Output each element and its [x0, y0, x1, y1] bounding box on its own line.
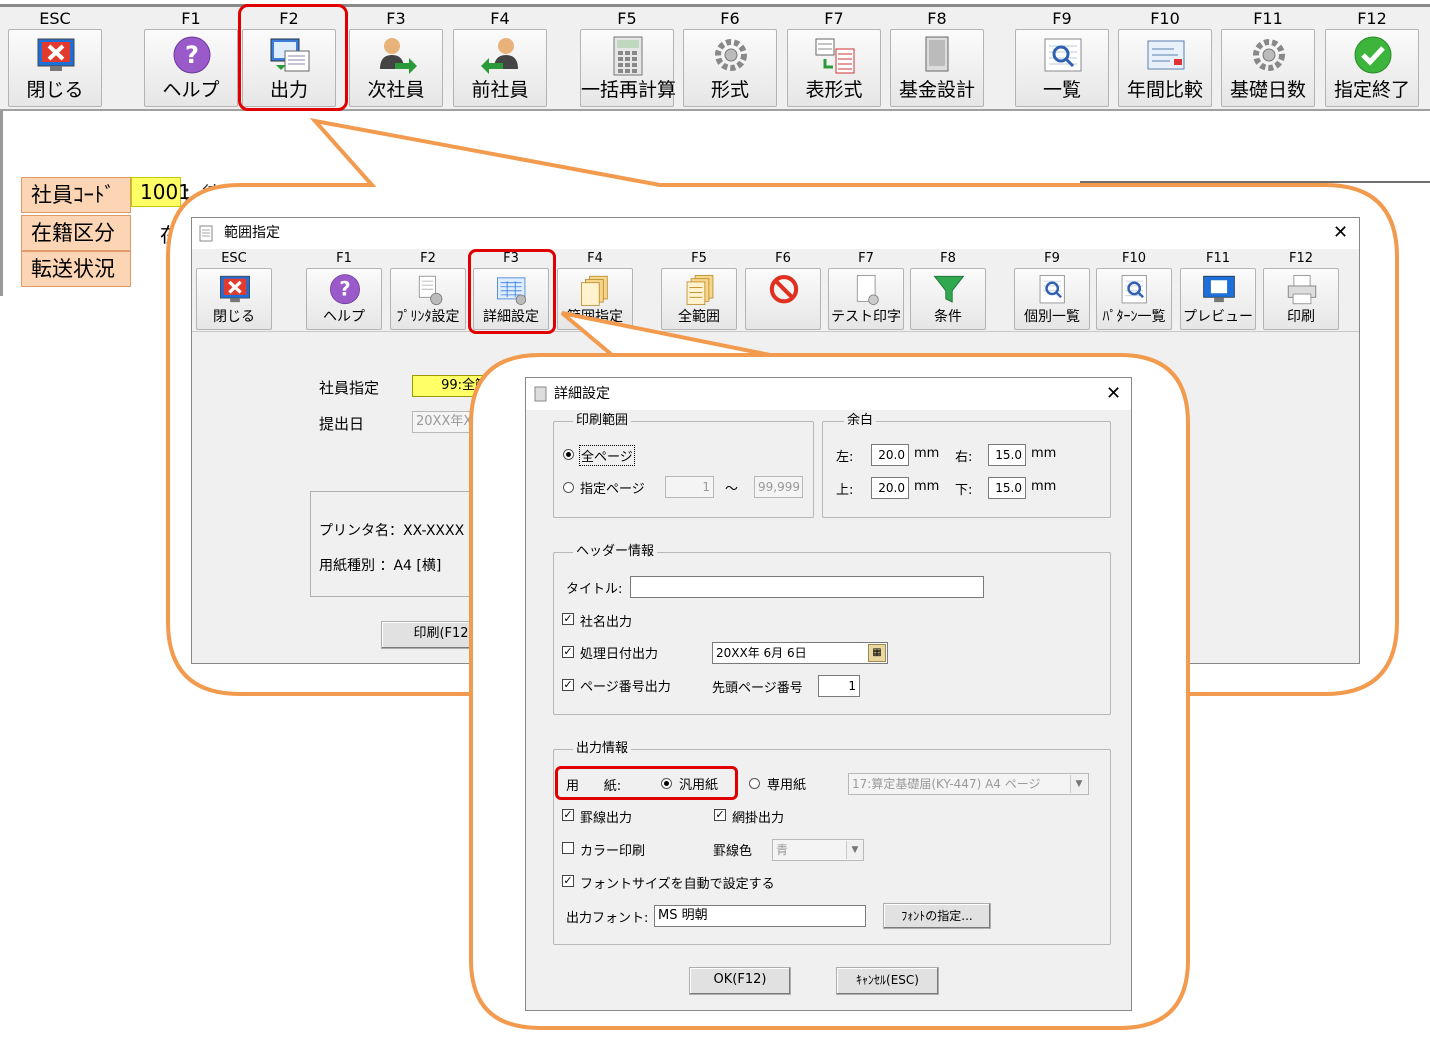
page-number-checkbox[interactable]: ✓: [562, 679, 574, 691]
process-date-value: 20XX年 6月 6日: [716, 646, 807, 660]
print-range-group: [553, 421, 814, 518]
print-range-group-title: 印刷範囲: [573, 413, 632, 429]
cancel-button[interactable]: ｷｬﾝｾﾙ(ESC): [836, 967, 939, 995]
auto-font-size-checkbox[interactable]: ✓: [562, 875, 574, 887]
detail-dialog-title: 詳細設定: [526, 378, 1131, 410]
dedicated-paper-label[interactable]: 専用紙: [767, 774, 806, 793]
ruled-line-checkbox[interactable]: ✓: [562, 809, 574, 821]
dedicated-paper-select[interactable]: 17:算定基礎届(KY-447) A4 ページ: [848, 773, 1089, 795]
first-page-number-label: 先頭ページ番号: [712, 681, 803, 696]
calendar-icon[interactable]: ▦: [868, 644, 886, 662]
ok-button[interactable]: OK(F12): [689, 967, 791, 995]
ruled-line-label: 罫線出力: [580, 811, 633, 826]
output-info-group-title: 出力情報: [573, 741, 632, 757]
dialog-document-icon: [534, 386, 547, 402]
margin-right-label: 右:: [955, 450, 973, 465]
dedicated-paper-radio[interactable]: [749, 778, 760, 789]
line-color-label: 罫線色: [713, 844, 753, 859]
output-font-field[interactable]: MS 明朝: [654, 905, 866, 927]
margin-bottom-field[interactable]: 15.0: [988, 477, 1026, 499]
company-name-label: 社名出力: [580, 615, 633, 630]
margin-bottom-unit: mm: [1031, 479, 1057, 494]
detail-dialog-close-icon[interactable]: ✕: [1106, 385, 1121, 403]
margin-top-label: 上:: [836, 483, 854, 498]
auto-font-size-label: フォントサイズを自動で設定する: [580, 877, 775, 892]
margin-group: [822, 421, 1111, 518]
color-print-label: カラー印刷: [580, 844, 646, 859]
highlight-general-paper: [555, 766, 738, 800]
margin-top-field[interactable]: 20.0: [871, 477, 909, 499]
all-pages-label[interactable]: 全ページ: [579, 445, 635, 466]
first-page-number-field[interactable]: 1: [818, 675, 860, 697]
chevron-down-icon[interactable]: ▼: [1070, 775, 1087, 793]
shading-checkbox[interactable]: ✓: [714, 809, 726, 821]
page-to-field[interactable]: 99,999: [754, 476, 803, 498]
chevron-down-icon[interactable]: ▼: [846, 841, 863, 859]
margin-left-field[interactable]: 20.0: [871, 444, 909, 466]
company-name-checkbox[interactable]: ✓: [562, 613, 574, 625]
margin-top-unit: mm: [914, 479, 940, 494]
header-info-group-title: ヘッダー情報: [573, 544, 658, 560]
specified-pages-radio[interactable]: [563, 482, 574, 493]
specified-pages-label[interactable]: 指定ページ: [580, 478, 645, 497]
font-select-button[interactable]: ﾌｫﾝﾄの指定...: [883, 903, 991, 929]
process-date-field[interactable]: 20XX年 6月 6日: [712, 642, 888, 664]
margin-bottom-label: 下:: [955, 483, 973, 498]
title-label: タイトル:: [566, 582, 623, 597]
all-pages-radio[interactable]: [563, 449, 574, 460]
output-font-label: 出力フォント:: [566, 911, 649, 926]
margin-right-field[interactable]: 15.0: [988, 444, 1026, 466]
margin-left-unit: mm: [914, 446, 940, 461]
margin-left-label: 左:: [836, 450, 854, 465]
page-number-label: ページ番号出力: [580, 680, 671, 695]
page-from-field[interactable]: 1: [665, 476, 714, 498]
color-print-checkbox[interactable]: [562, 842, 574, 854]
process-date-label: 処理日付出力: [580, 647, 659, 662]
shading-label: 網掛出力: [732, 811, 785, 826]
process-date-checkbox[interactable]: ✓: [562, 646, 574, 658]
detail-settings-dialog: 詳細設定 ✕ 印刷範囲 全ページ 指定ページ 1 ～ 99,999 余白 左: …: [525, 377, 1132, 1011]
margin-group-title: 余白: [844, 413, 877, 429]
margin-right-unit: mm: [1031, 446, 1057, 461]
page-range-tilde: ～: [725, 482, 739, 497]
title-field[interactable]: [630, 576, 984, 598]
